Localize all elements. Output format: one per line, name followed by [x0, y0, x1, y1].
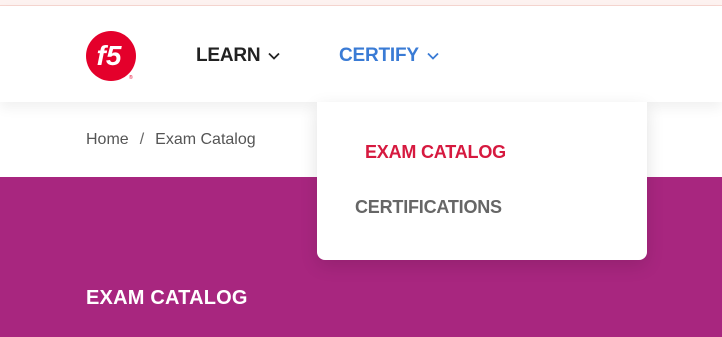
- hero-title: EXAM CATALOG: [86, 287, 248, 309]
- site-header: f5 ® LEARN CERTIFY: [0, 6, 722, 102]
- nav-certify[interactable]: CERTIFY: [339, 44, 439, 68]
- breadcrumb: Home / Exam Catalog: [86, 131, 256, 149]
- chevron-down-icon: [427, 52, 439, 60]
- nav-learn[interactable]: LEARN: [196, 44, 281, 68]
- breadcrumb-home[interactable]: Home: [86, 131, 129, 149]
- certify-dropdown-menu: EXAM CATALOG CERTIFICATIONS: [317, 102, 647, 260]
- breadcrumb-separator: /: [139, 131, 145, 148]
- menu-item-exam-catalog[interactable]: EXAM CATALOG: [365, 142, 506, 163]
- f5-logo[interactable]: f5 ®: [85, 30, 137, 82]
- menu-item-certifications[interactable]: CERTIFICATIONS: [355, 197, 502, 218]
- logo-text: f5: [97, 40, 122, 71]
- breadcrumb-current: Exam Catalog: [155, 131, 256, 148]
- nav-certify-label: CERTIFY: [339, 45, 419, 66]
- svg-text:®: ®: [129, 74, 133, 81]
- nav-learn-label: LEARN: [196, 45, 261, 66]
- chevron-down-icon: [268, 52, 281, 60]
